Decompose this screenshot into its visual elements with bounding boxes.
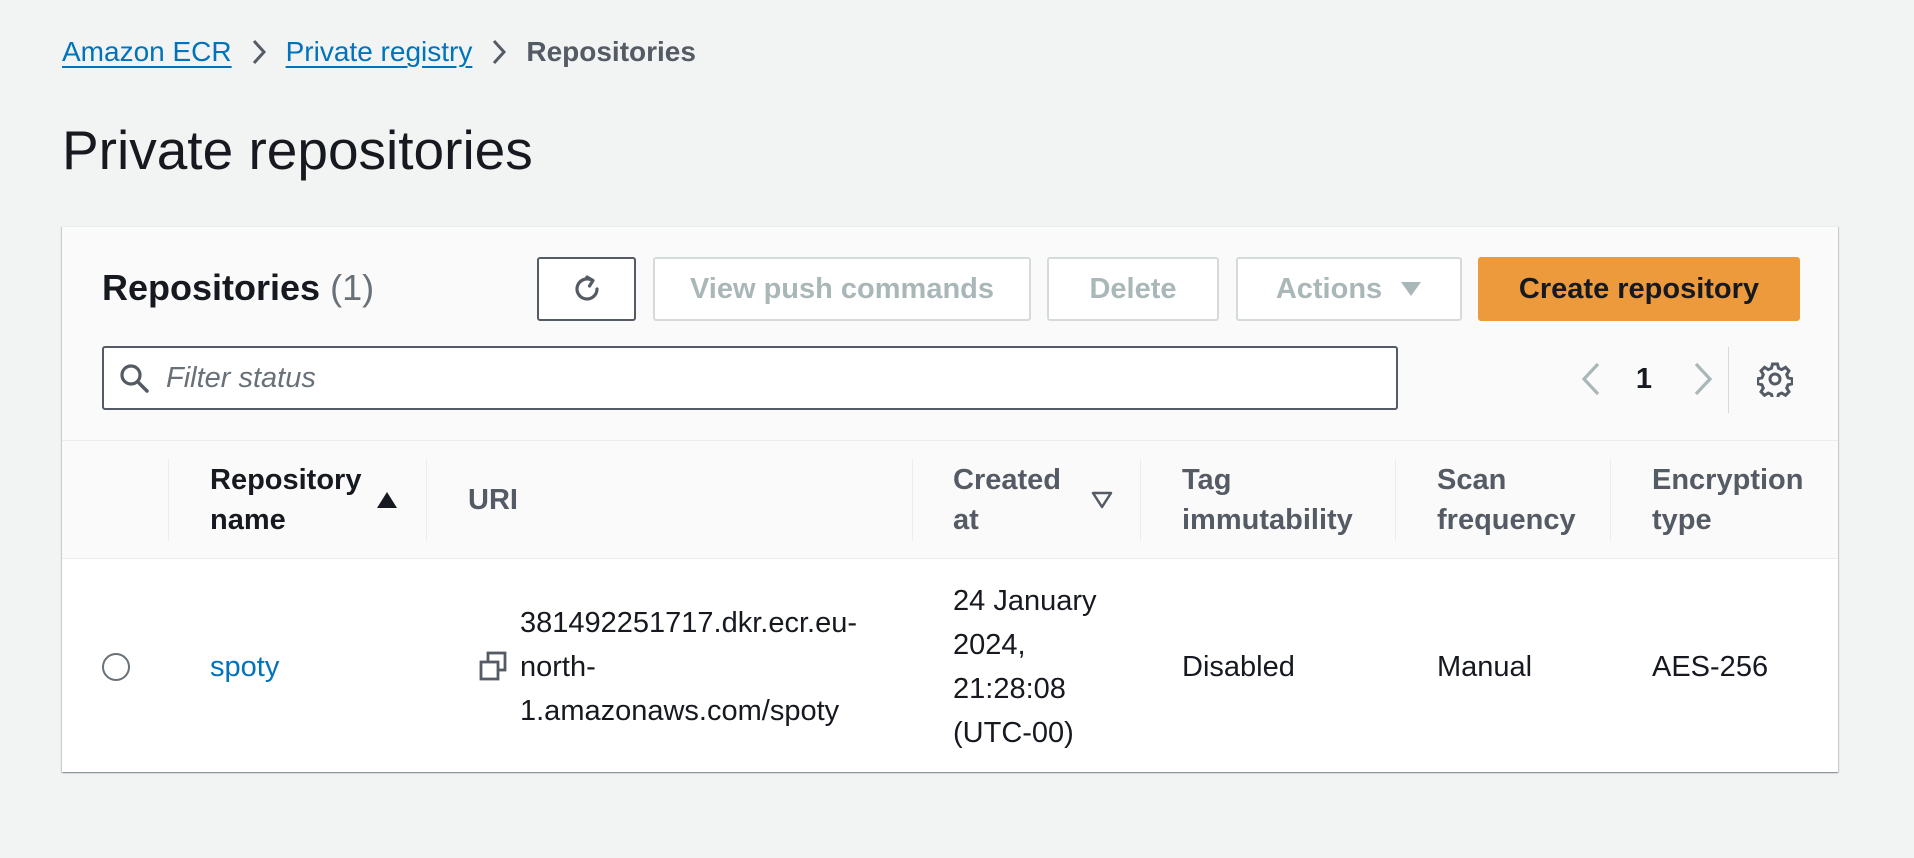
repository-name-link[interactable]: spoty xyxy=(210,645,279,689)
column-label-line: Encryption xyxy=(1652,464,1804,496)
column-header-tag-immutability[interactable]: Tag immutability xyxy=(1182,441,1382,559)
refresh-icon xyxy=(574,275,599,301)
copy-icon[interactable] xyxy=(478,650,508,682)
uri-line: 1.amazonaws.com/spoty xyxy=(520,695,840,727)
created-at-line: (UTC-00) xyxy=(953,717,1074,749)
sort-ascending-icon[interactable] xyxy=(376,491,398,509)
column-divider xyxy=(912,459,913,541)
column-label-line: Scan xyxy=(1437,464,1507,496)
refresh-button[interactable] xyxy=(537,257,636,321)
column-header-created-at[interactable]: Created at xyxy=(953,441,1093,559)
breadcrumb-current: Repositories xyxy=(526,36,696,67)
column-label-line: frequency xyxy=(1437,504,1576,536)
actions-dropdown[interactable]: Actions xyxy=(1236,257,1462,321)
column-divider xyxy=(1395,459,1396,541)
repository-uri: 381492251717.dkr.ecr.eu- north- 1.amazon… xyxy=(520,601,857,733)
create-repository-button[interactable]: Create repository xyxy=(1478,257,1800,321)
page-number[interactable]: 1 xyxy=(1624,351,1664,407)
chevron-right-icon xyxy=(232,32,286,72)
created-at-line: 2024, xyxy=(953,629,1026,661)
actions-label: Actions xyxy=(1275,272,1383,305)
table-row: spoty 381492251717.dkr.ecr.eu- north- 1.… xyxy=(62,560,1838,772)
panel-title-text: Repositories xyxy=(102,267,321,308)
encryption-type: AES-256 xyxy=(1652,651,1769,683)
column-label-line: immutability xyxy=(1182,504,1353,536)
column-label-line: at xyxy=(953,504,979,536)
chevron-right-icon xyxy=(472,32,526,72)
column-label-encryption-type: Encryption type xyxy=(1652,460,1803,540)
column-divider xyxy=(168,459,169,541)
tag-immutability: Disabled xyxy=(1182,651,1295,683)
column-label-created-at: Created at xyxy=(953,460,1061,540)
breadcrumb-private-registry[interactable]: Private registry xyxy=(286,36,473,68)
table-header: Repository name URI Created at Tag immut… xyxy=(62,441,1838,559)
uri-line: 381492251717.dkr.ecr.eu- xyxy=(520,607,857,639)
sort-descending-icon[interactable] xyxy=(1091,491,1113,509)
view-push-commands-button[interactable]: View push commands xyxy=(653,257,1031,321)
page-title: Private repositories xyxy=(62,119,533,181)
caret-down-icon xyxy=(1401,282,1422,296)
row-select-radio[interactable] xyxy=(102,653,130,681)
uri-line: north- xyxy=(520,651,596,683)
delete-button[interactable]: Delete xyxy=(1047,257,1219,321)
next-page-button[interactable] xyxy=(1678,351,1728,407)
column-label-uri: URI xyxy=(468,484,518,516)
created-at-line: 21:28:08 xyxy=(953,673,1066,705)
column-label-tag-immutability: Tag immutability xyxy=(1182,460,1353,540)
column-divider xyxy=(1610,459,1611,541)
chevron-left-icon xyxy=(1581,362,1600,396)
column-header-scan-frequency[interactable]: Scan frequency xyxy=(1437,441,1607,559)
repository-count: (1) xyxy=(330,267,375,308)
column-label-line: Tag xyxy=(1182,464,1232,496)
column-label-repository-name: Repository name xyxy=(210,460,361,540)
preferences-button[interactable] xyxy=(1747,351,1803,407)
created-at: 24 January 2024, 21:28:08 (UTC-00) xyxy=(953,579,1097,755)
chevron-right-icon xyxy=(1694,362,1713,396)
column-label-line: name xyxy=(210,504,286,536)
filter-field[interactable] xyxy=(102,346,1398,410)
created-at-line: 24 January xyxy=(953,585,1097,617)
column-header-repository-name[interactable]: Repository name xyxy=(210,441,370,559)
previous-page-button[interactable] xyxy=(1566,351,1616,407)
gear-icon xyxy=(1757,362,1793,397)
column-divider xyxy=(426,459,427,541)
scan-frequency: Manual xyxy=(1437,651,1533,683)
repository-name-text[interactable]: spoty xyxy=(210,651,279,683)
search-icon xyxy=(104,348,156,408)
column-label-scan-frequency: Scan frequency xyxy=(1437,460,1576,540)
column-divider xyxy=(1140,459,1141,541)
column-label-line: type xyxy=(1652,504,1712,536)
repositories-panel: Repositories (1) View push commands Dele… xyxy=(62,226,1838,772)
column-label-line: Created xyxy=(953,464,1061,496)
column-label-line: Repository xyxy=(210,464,362,496)
filter-input[interactable] xyxy=(166,361,1366,395)
column-header-uri[interactable]: URI xyxy=(468,441,588,559)
column-header-encryption-type[interactable]: Encryption type xyxy=(1652,441,1832,559)
panel-header: Repositories (1) View push commands Dele… xyxy=(62,227,1838,441)
panel-title: Repositories (1) xyxy=(102,267,374,309)
pager-divider xyxy=(1728,347,1729,413)
breadcrumb-amazon-ecr[interactable]: Amazon ECR xyxy=(62,36,232,68)
breadcrumb: Amazon ECR Private registry Repositories xyxy=(62,32,696,72)
